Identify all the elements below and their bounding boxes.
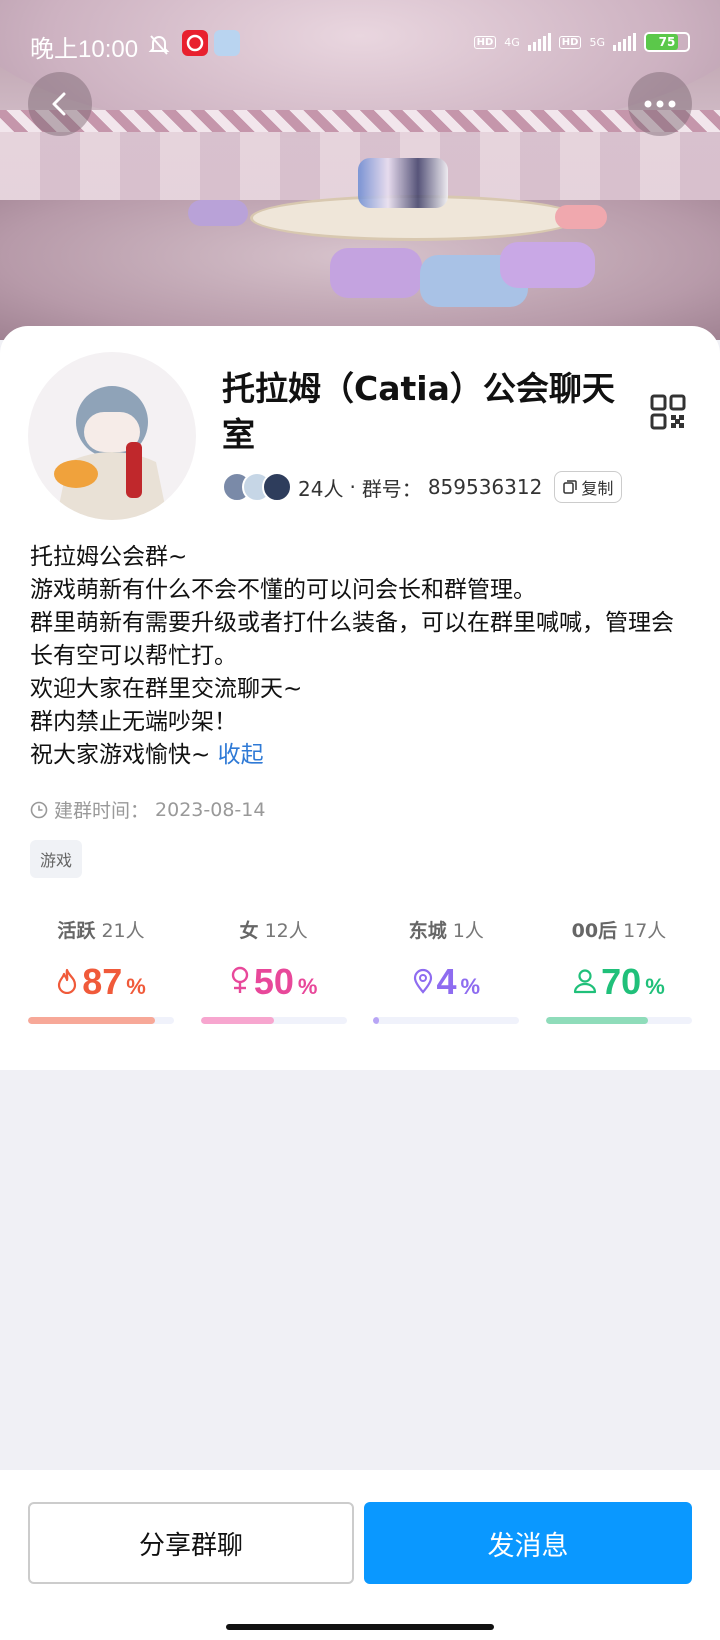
mute-bell-icon [148, 35, 170, 55]
network-type-1: 4G [504, 35, 520, 49]
qr-code-icon[interactable] [650, 394, 686, 430]
network-type-2: 5G [589, 35, 605, 49]
status-bar: 晚上10:00 HD 4G HD 5G 75 [0, 0, 720, 90]
signal-icon [527, 33, 551, 51]
group-number: 859536312 [427, 475, 543, 499]
signal-icon-2 [613, 33, 636, 51]
group-avatar[interactable] [28, 352, 196, 520]
location-pin-icon [413, 968, 432, 994]
created-time: 建群时间： 2023-08-14 [30, 796, 265, 823]
female-icon [231, 966, 249, 993]
game-app-icon [214, 30, 240, 56]
description-line: 群内禁止无端吵架！ [30, 709, 237, 735]
stat-bar [28, 1017, 174, 1024]
hd-icon-2: HD [558, 35, 582, 49]
stat-location[interactable]: 东城 1人 4% [373, 916, 520, 1024]
chevron-left-icon [52, 92, 66, 116]
description-line: 欢迎大家在群里交流聊天~ [30, 676, 303, 702]
stat-bar [373, 1017, 520, 1024]
stat-value: 70 [601, 961, 642, 1002]
stat-count: 17人 [623, 920, 667, 942]
stat-bar [200, 1017, 347, 1024]
created-date: 2023-08-14 [155, 798, 266, 821]
stat-value: 87 [82, 961, 123, 1002]
hd-icon: HD [473, 35, 497, 49]
created-label: 建群时间： [54, 800, 150, 822]
stat-label: 00后 [571, 920, 618, 942]
stat-value: 50 [253, 961, 294, 1002]
stat-age[interactable]: 00后 17人 70% [545, 916, 692, 1024]
stat-female[interactable]: 女 12人 50% [200, 916, 347, 1024]
member-stats: 活跃 21人 87% 女 12人 50% 东城 1人 4% 00后 17人 70… [28, 916, 692, 1024]
stat-label: 东城 [408, 920, 447, 942]
stat-unit: % [645, 974, 665, 999]
description-line: 托拉姆公会群~ [30, 544, 188, 570]
copy-label: 复制 [581, 479, 614, 498]
person-icon [574, 969, 597, 994]
group-meta: 24人 · 群号： 859536312 复制 [222, 471, 623, 503]
clock-icon [30, 801, 48, 818]
stat-value: 4 [436, 961, 457, 1002]
status-time: 晚上10:00 [30, 36, 139, 63]
stat-count: 1人 [452, 920, 484, 942]
more-button[interactable] [628, 72, 692, 136]
home-indicator[interactable] [226, 1624, 494, 1630]
stat-count: 12人 [264, 920, 308, 942]
share-group-button[interactable]: 分享群聊 [28, 1502, 354, 1584]
description-line: 群里萌新有需要升级或者打什么装备，可以在群里喊喊，管理会长有空可以帮忙打。 [30, 610, 674, 669]
stat-label: 女 [239, 920, 259, 942]
member-count[interactable]: 24人 [298, 473, 343, 502]
copy-icon [563, 480, 578, 494]
stat-bar [545, 1017, 692, 1024]
stat-active[interactable]: 活跃 21人 87% [28, 916, 174, 1024]
category-tag[interactable]: 游戏 [30, 840, 83, 878]
send-message-button[interactable]: 发消息 [364, 1502, 692, 1584]
group-description: 托拉姆公会群~ 游戏萌新有什么不会不懂的可以问会长和群管理。 群里萌新有需要升级… [30, 541, 695, 772]
music-app-icon [182, 30, 208, 56]
group-info-card: 托拉姆（Catia）公会聊天室 24人 · 群号： 859536312 复制 托… [0, 326, 720, 1070]
meta-separator: · [349, 475, 356, 499]
bottom-action-bar: 分享群聊 发消息 [0, 1470, 720, 1640]
collapse-link[interactable]: 收起 [218, 742, 264, 768]
stat-unit: % [126, 974, 146, 999]
stat-count: 21人 [101, 920, 145, 942]
battery-icon: 75 [644, 32, 690, 52]
description-line: 游戏萌新有什么不会不懂的可以问会长和群管理。 [30, 577, 536, 603]
group-number-label: 群号： [361, 476, 422, 501]
back-button[interactable] [28, 72, 92, 136]
stat-unit: % [297, 974, 318, 999]
copy-button[interactable]: 复制 [554, 471, 623, 503]
member-avatar [262, 472, 292, 502]
description-line: 祝大家游戏愉快~ [30, 742, 211, 768]
more-dots-icon [644, 100, 676, 108]
battery-level: 75 [658, 35, 676, 49]
stat-label: 活跃 [57, 920, 96, 942]
group-name: 托拉姆（Catia）公会聊天室 [222, 369, 615, 454]
stat-unit: % [460, 974, 481, 999]
flame-icon [58, 968, 77, 994]
